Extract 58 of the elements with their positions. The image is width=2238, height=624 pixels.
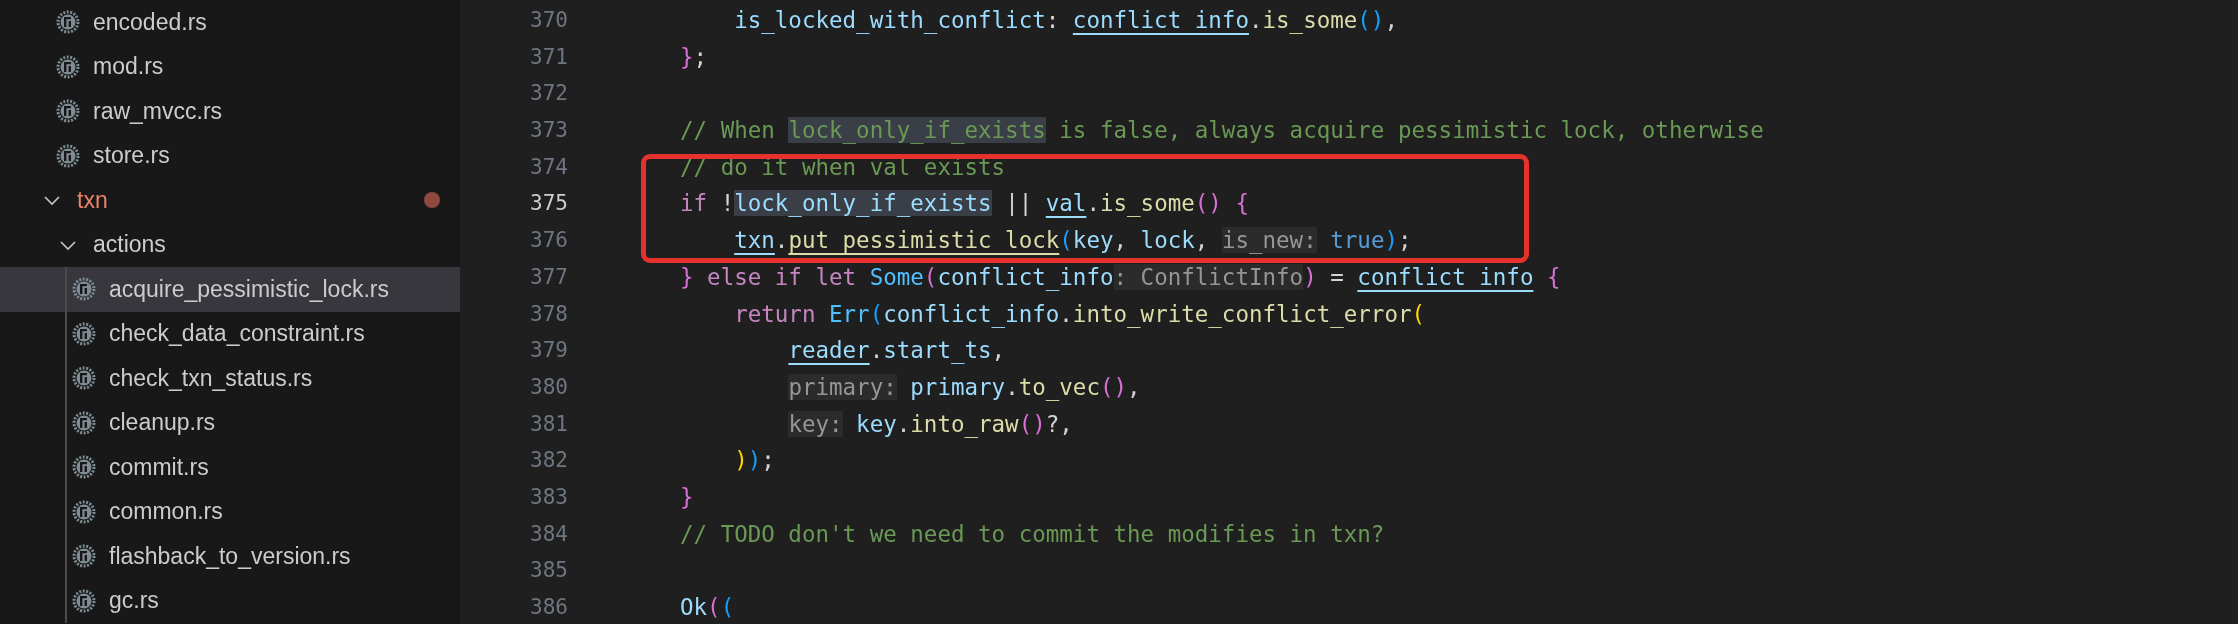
- line-number: 375: [529, 190, 568, 218]
- line-number: 381: [529, 410, 568, 438]
- gear-icon: [72, 277, 96, 302]
- line-number: 370: [529, 7, 568, 34]
- code-line: // When lock_only_if_exists is false, always acquire pessimistic lock, otherwise: [680, 117, 1764, 144]
- code-line: reader.start_ts,: [787, 337, 1006, 364]
- line-number: 384: [529, 520, 568, 548]
- line-number: 385: [529, 557, 568, 585]
- code-line: is_locked_with_conflict: conflict_info.is_some(),: [733, 7, 1398, 33]
- gear-icon: [72, 410, 96, 435]
- gear-icon: [72, 588, 96, 613]
- line-number: 377: [529, 263, 568, 291]
- file-item[interactable]: raw_mvcc.rs: [0, 89, 460, 134]
- line-number: 371: [529, 43, 568, 71]
- line-number: 376: [529, 227, 568, 255]
- gear-icon: [56, 143, 80, 168]
- file-item[interactable]: mod.rs: [0, 44, 460, 89]
- code-line: if !lock_only_if_exists || val.is_some() {: [680, 190, 1249, 217]
- gear-icon: [56, 10, 80, 35]
- folder-item[interactable]: txn: [0, 178, 460, 223]
- gear-icon: [72, 321, 96, 346]
- folder-item[interactable]: actions: [0, 222, 460, 267]
- file-item[interactable]: encoded.rs: [0, 0, 460, 45]
- gear-icon: [56, 54, 80, 79]
- file-item[interactable]: check_data_constraint.rs: [0, 311, 460, 356]
- line-number: 383: [529, 483, 568, 511]
- gear-icon: [56, 99, 80, 124]
- line-number: 374: [529, 153, 568, 181]
- file-item[interactable]: store.rs: [0, 133, 460, 178]
- line-number: 382: [529, 447, 568, 475]
- code-line: primary: primary.to_vec(),: [787, 373, 1141, 400]
- line-number: 373: [529, 117, 568, 145]
- modified-dot: [424, 192, 440, 209]
- line-number: 379: [529, 337, 568, 365]
- gear-icon: [72, 499, 96, 524]
- gear-icon: [72, 366, 96, 391]
- file-item[interactable]: flashback_to_version.rs: [0, 534, 460, 579]
- line-number: 380: [529, 373, 568, 401]
- file-item[interactable]: check_txn_status.rs: [0, 356, 460, 401]
- gear-icon: [72, 544, 96, 569]
- code-line: key: key.into_raw()?,: [787, 410, 1073, 437]
- file-item[interactable]: gc.rs: [0, 578, 460, 623]
- file-item[interactable]: common.rs: [0, 489, 460, 534]
- gear-icon: [72, 455, 96, 480]
- code-line: } else if let Some(conflict_info: ConflictInfo) = conflict_info {: [680, 263, 1561, 290]
- code-line: return Err(conflict_info.into_write_conflict_error(: [733, 300, 1426, 327]
- file-item[interactable]: cleanup.rs: [0, 400, 460, 445]
- line-number: 386: [529, 594, 568, 621]
- code-line: Ok((: [680, 594, 735, 620]
- code-line: }: [680, 483, 694, 510]
- code-line: // TODO don't we need to commit the modifies in txn?: [680, 520, 1385, 547]
- line-number: 372: [529, 80, 568, 108]
- file-item[interactable]: acquire_pessimistic_lock.rs: [0, 267, 460, 312]
- code-line: ));: [733, 447, 775, 474]
- line-number: 378: [529, 300, 568, 328]
- code-line: txn.put_pessimistic_lock(key, lock, is_new: true);: [733, 227, 1412, 254]
- file-item[interactable]: commit.rs: [0, 445, 460, 490]
- code-line: };: [680, 43, 708, 70]
